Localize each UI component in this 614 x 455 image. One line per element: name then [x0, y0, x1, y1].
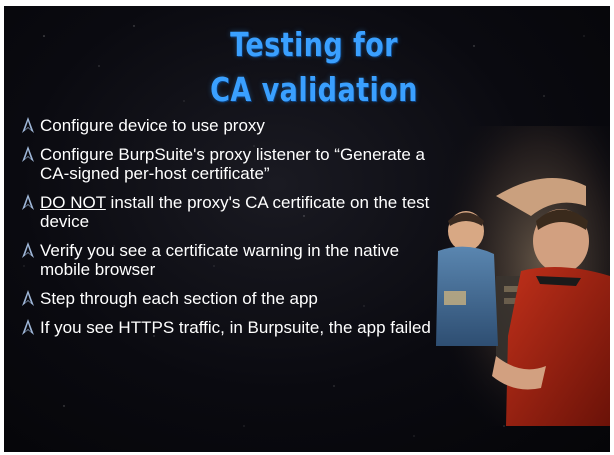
bullet-item: Step through each section of the app — [22, 289, 437, 308]
bullet-list: Configure device to use proxy Configure … — [22, 116, 437, 347]
bullet-item: Configure BurpSuite's proxy listener to … — [22, 145, 437, 183]
bullet-item: Configure device to use proxy — [22, 116, 437, 135]
star-trek-crew-photo — [436, 126, 610, 426]
bullet-item: If you see HTTPS traffic, in Burpsuite, … — [22, 318, 437, 337]
starfleet-delta-icon — [22, 117, 34, 133]
presentation-slide: Testing for CA validation Configure devi… — [4, 6, 610, 452]
bullet-text: If you see HTTPS traffic, in Burpsuite, … — [40, 318, 431, 337]
slide-title-line-2: CA validation — [210, 70, 418, 109]
slide-title-line-1: Testing for — [230, 25, 398, 64]
bullet-item: Verify you see a certificate warning in … — [22, 241, 437, 279]
bullet-text: Verify you see a certificate warning in … — [40, 241, 400, 279]
starfleet-delta-icon — [22, 319, 34, 335]
bullet-text: Configure device to use proxy — [40, 116, 265, 135]
starfleet-delta-icon — [22, 194, 34, 210]
starfleet-delta-icon — [22, 146, 34, 162]
bullet-text: Step through each section of the app — [40, 289, 318, 308]
starfleet-delta-icon — [22, 242, 34, 258]
bullet-emphasis: DO NOT — [40, 193, 106, 212]
bullet-text: Configure BurpSuite's proxy listener to … — [40, 145, 425, 183]
starfleet-delta-icon — [22, 290, 34, 306]
bullet-item: DO NOT install the proxy's CA certificat… — [22, 193, 437, 231]
